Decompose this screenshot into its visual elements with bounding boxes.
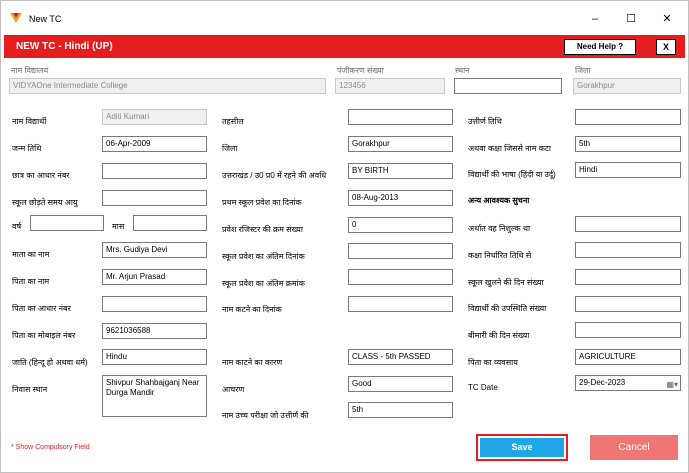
removal-reason-field[interactable]: CLASS - 5th PASSED	[348, 349, 453, 365]
tc-date-value: 29-Dec-2023	[579, 378, 626, 387]
compulsory-note: * Show Compulsory Field	[11, 444, 90, 451]
tc-date-picker[interactable]: 29-Dec-2023 ▦▾	[575, 375, 681, 391]
form-title: NEW TC - Hindi (UP)	[16, 41, 113, 52]
window-close-button[interactable]: ✕	[656, 10, 678, 28]
first-admission-field[interactable]: 08-Aug-2013	[348, 190, 453, 206]
place-label: स्थान	[455, 66, 470, 75]
dob-label: जन्म तिथि	[12, 144, 42, 153]
save-highlight: Save	[476, 434, 568, 461]
open-days-label: स्कूल खुलने की दिन संख्या	[468, 278, 544, 287]
form-header: NEW TC - Hindi (UP) Need Help ? X	[4, 35, 685, 58]
place-field[interactable]	[454, 78, 562, 94]
open-days-field[interactable]	[575, 269, 681, 285]
year-field[interactable]	[30, 215, 104, 231]
need-help-button[interactable]: Need Help ?	[564, 39, 636, 55]
student-name-field[interactable]: Aditi Kumari	[102, 109, 207, 125]
last-admission-date-field[interactable]	[348, 243, 453, 259]
school-field[interactable]: VIDYAOne Intermediate College	[9, 78, 326, 94]
free-label: अर्थात वह निशुल्क था	[468, 224, 531, 233]
mother-field[interactable]: Mrs. Gudiya Devi	[102, 242, 207, 258]
class-label: अथवा कक्षा जिससे नाम कटा	[468, 144, 551, 153]
residence-duration-field[interactable]: BY BIRTH	[348, 163, 453, 179]
father-aadhar-label: पिता का आधार नंबर	[12, 304, 71, 313]
attendance-field[interactable]	[575, 296, 681, 312]
age-leaving-field[interactable]	[102, 190, 207, 206]
title-bar: New TC – ☐ ✕	[1, 1, 688, 33]
aadhar-field[interactable]	[102, 163, 207, 179]
removal-date-label: नाम कटने का दिनांक	[222, 305, 282, 314]
language-field[interactable]: Hindi	[575, 162, 681, 178]
school-label: नाम विद्यालय	[11, 66, 49, 75]
aadhar-label: छात्र का आधार नंबर	[12, 171, 70, 180]
removal-reason-label: नाम काटने का कारण	[222, 358, 283, 367]
registration-label: पंजीकरण संख्या	[337, 66, 384, 75]
caste-field[interactable]: Hindu	[102, 349, 207, 365]
residence-field[interactable]: Shivpur Shahbajganj Near Durga Mandir	[102, 375, 207, 417]
cancel-button[interactable]: Cancel	[590, 435, 678, 460]
dob-field[interactable]: 06-Apr-2009	[102, 136, 207, 152]
language-label: विद्यार्थी की भाषा (हिंदी या उर्दू)	[468, 170, 556, 179]
section-title: अन्य आवश्यक सुचना	[468, 196, 530, 205]
minimize-button[interactable]: –	[584, 10, 606, 28]
residence-label: निवास स्थान	[12, 385, 48, 394]
father-mobile-label: पिता का मोबाइल नंबर	[12, 331, 76, 340]
maximize-button[interactable]: ☐	[620, 10, 642, 28]
pass-date-field[interactable]	[575, 109, 681, 125]
registration-field[interactable]: 123456	[335, 78, 445, 94]
conduct-field[interactable]: Good	[348, 376, 453, 392]
app-logo-icon	[10, 13, 22, 23]
window-title: New TC	[29, 14, 62, 24]
last-admission-no-label: स्कूल प्रवेश का अंतिम क्रमांक	[222, 279, 305, 288]
attendance-label: विद्यार्थी की उपस्थिति संख्या	[468, 304, 547, 313]
sick-days-field[interactable]	[575, 322, 681, 338]
caste-label: जाति (हिन्दू हो अथवा धर्म)	[12, 358, 88, 367]
class-field[interactable]: 5th	[575, 136, 681, 152]
month-label: मास	[112, 222, 125, 231]
class-date-label: कक्षा निर्धारित तिथि से	[468, 251, 532, 260]
mother-label: माता का नाम	[12, 250, 50, 259]
admission-reg-field[interactable]: 0	[348, 217, 453, 233]
tc-date-label: TC Date	[468, 383, 498, 392]
first-admission-label: प्रथम स्कूल प्रवेश का दिनांक	[222, 198, 302, 207]
form-close-button[interactable]: X	[656, 39, 676, 55]
save-button[interactable]: Save	[480, 438, 564, 457]
district-field[interactable]: Gorakhpur	[348, 136, 453, 152]
free-field[interactable]	[575, 216, 681, 232]
district-top-field[interactable]: Gorakhpur	[573, 78, 681, 94]
district-label: जिला	[222, 144, 238, 153]
district-top-label: जिला	[575, 66, 591, 75]
tehsil-field[interactable]	[348, 109, 453, 125]
class-date-field[interactable]	[575, 242, 681, 258]
calendar-dropdown-icon[interactable]: ▦▾	[666, 378, 678, 390]
last-admission-date-label: स्कूल प्रवेश का अंतिम दिनांक	[222, 252, 305, 261]
window: New TC – ☐ ✕ NEW TC - Hindi (UP) Need He…	[0, 0, 689, 473]
last-admission-no-field[interactable]	[348, 269, 453, 285]
admission-reg-label: प्रवेश रजिस्टर की क्रम संख्या	[222, 225, 303, 234]
tehsil-label: तहसील	[222, 117, 244, 126]
higher-exam-field[interactable]: 5th	[348, 402, 453, 418]
father-label: पिता का नाम	[12, 277, 50, 286]
year-label: वर्ष	[12, 222, 22, 231]
sick-days-label: बीमारी की दिन संख्या	[468, 331, 530, 340]
student-name-label: नाम विद्यार्थी	[12, 117, 47, 126]
higher-exam-label: नाम उच्च परीक्षा जो उत्तीर्ण की	[222, 411, 309, 420]
pass-date-label: उत्तीर्ण तिथि	[468, 117, 502, 126]
father-field[interactable]: Mr. Arjun Prasad	[102, 269, 207, 285]
father-occupation-label: पिता का व्यवसाय	[468, 358, 518, 367]
month-field[interactable]	[133, 215, 207, 231]
father-aadhar-field[interactable]	[102, 296, 207, 312]
conduct-label: आचरण	[222, 385, 245, 394]
residence-duration-label: उत्तराखंड / उ0 प्र0 में रहने की अवधि	[222, 171, 327, 180]
age-leaving-label: स्कूल छोड़ते समय आयु	[12, 198, 78, 207]
father-occupation-field[interactable]: AGRICULTURE	[575, 349, 681, 365]
removal-date-field[interactable]	[348, 296, 453, 312]
father-mobile-field[interactable]: 9621036588	[102, 323, 207, 339]
